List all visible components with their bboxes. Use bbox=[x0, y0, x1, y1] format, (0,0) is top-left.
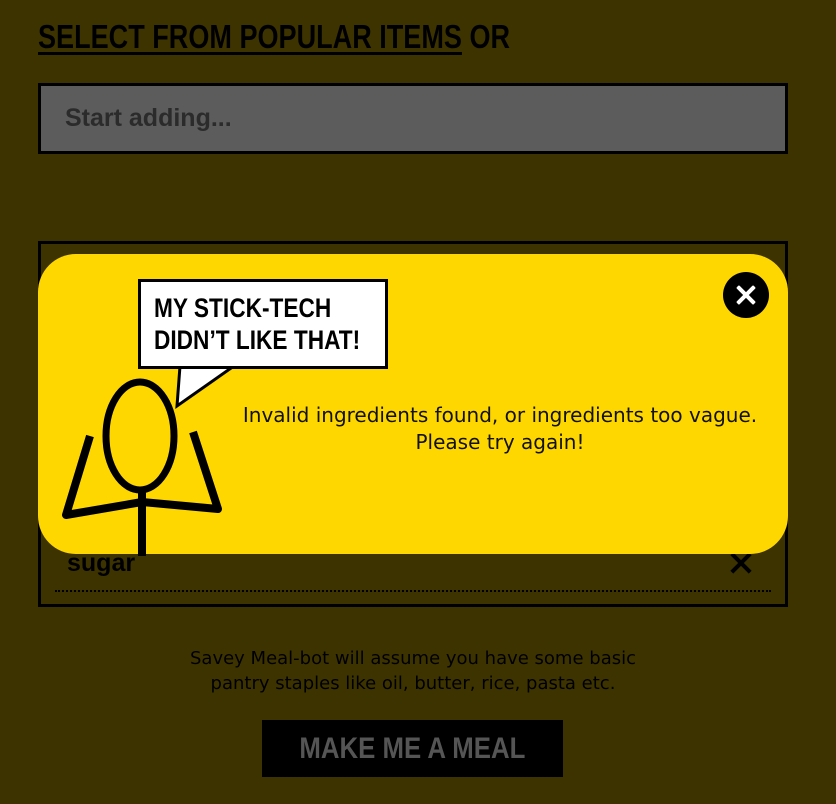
page: SELECT FROM POPULAR ITEMS OR sugar Inval… bbox=[0, 0, 836, 804]
pantry-note: Savey Meal-bot will assume you have some… bbox=[150, 646, 676, 696]
heading-suffix: OR bbox=[469, 18, 511, 55]
pantry-note-line-1: Savey Meal-bot will assume you have some… bbox=[189, 648, 636, 669]
speech-bubble: MY STICK-TECH DIDN’T LIKE THAT! bbox=[138, 279, 388, 369]
popular-items-link[interactable]: SELECT FROM POPULAR ITEMS bbox=[38, 18, 462, 55]
pantry-note-line-2: pantry staples like oil, butter, rice, p… bbox=[210, 673, 616, 694]
close-icon[interactable] bbox=[723, 272, 769, 318]
remove-ingredient-icon[interactable] bbox=[729, 551, 753, 575]
error-message-line-1: Invalid ingredients found, or ingredient… bbox=[242, 403, 758, 427]
make-meal-button[interactable]: MAKE ME A MEAL bbox=[262, 720, 563, 777]
error-message-line-2: Please try again! bbox=[415, 430, 585, 454]
ingredient-search-input[interactable] bbox=[41, 86, 785, 151]
make-meal-button-label: MAKE ME A MEAL bbox=[299, 731, 526, 765]
speech-line-2: DIDN’T LIKE THAT! bbox=[154, 325, 361, 355]
error-message: Invalid ingredients found, or ingredient… bbox=[238, 402, 762, 456]
ingredient-search-box bbox=[38, 83, 788, 154]
stick-figure-icon bbox=[62, 363, 236, 556]
page-heading: SELECT FROM POPULAR ITEMS OR bbox=[38, 18, 510, 56]
speech-line-1: MY STICK-TECH bbox=[154, 293, 332, 323]
